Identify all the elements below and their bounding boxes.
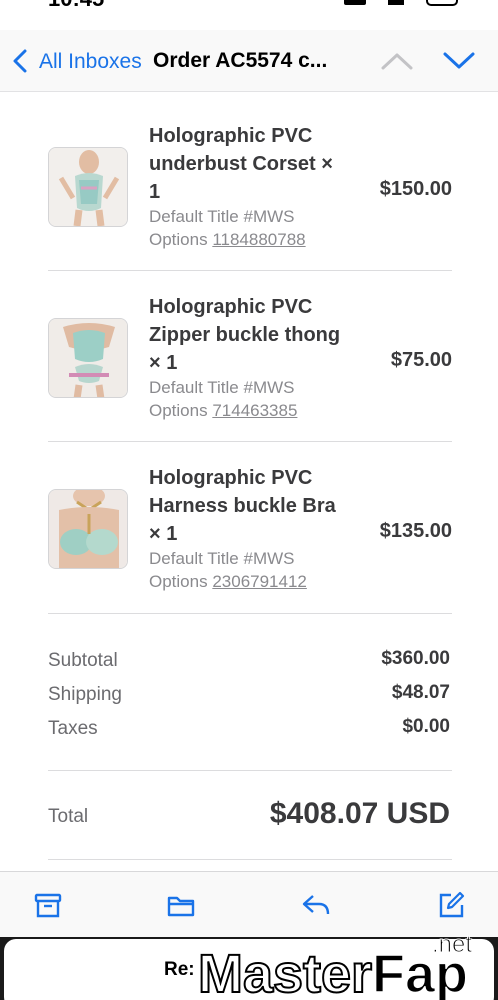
subtotal-value: $360.00 — [381, 648, 450, 669]
options-link[interactable]: 2306791412 — [212, 572, 307, 591]
item-title[interactable]: Holographic PVC Harness buckle Bra × 1 — [149, 464, 349, 548]
bra-photo-icon — [49, 490, 127, 568]
svg-text:Master: Master — [198, 944, 372, 1000]
divider — [48, 859, 452, 860]
product-image[interactable] — [48, 489, 128, 569]
taxes-value: $0.00 — [402, 716, 450, 737]
item-price: $135.00 — [379, 520, 452, 542]
item-variant: Default Title #MWS — [149, 378, 295, 397]
item-variant: Default Title #MWS — [149, 549, 295, 568]
item-title[interactable]: Holographic PVC Zipper buckle thong × 1 — [149, 293, 349, 377]
options-label: Options — [149, 572, 208, 591]
bottom-toolbar — [0, 871, 498, 937]
page-title: Order AC5574 c... — [153, 49, 328, 72]
status-time: 10:45 — [48, 0, 104, 10]
item-options: Options 2306791412 — [149, 570, 307, 593]
svg-text:.net: .net — [432, 931, 472, 958]
folder-icon[interactable] — [166, 890, 196, 920]
taxes-label: Taxes — [48, 718, 98, 739]
shipping-value: $48.07 — [391, 682, 450, 703]
order-item: Holographic PVC underbust Corset × 1 Def… — [48, 100, 452, 271]
reply-icon[interactable] — [301, 890, 331, 920]
archive-icon[interactable] — [33, 890, 63, 920]
compose-icon[interactable] — [436, 890, 466, 920]
battery-icon — [426, 0, 458, 6]
thong-photo-icon — [49, 319, 127, 397]
total-label: Total — [48, 806, 89, 827]
preview-subject: Re: — [164, 959, 195, 980]
product-image[interactable] — [48, 147, 128, 227]
wifi-icon — [388, 0, 404, 5]
watermark-logo: Master Fap .net — [197, 931, 473, 1000]
order-item: Holographic PVC Zipper buckle thong × 1 … — [48, 271, 452, 442]
options-label: Options — [149, 401, 208, 420]
item-variant: Default Title #MWS — [149, 207, 295, 226]
corset-photo-icon — [49, 148, 127, 226]
divider — [48, 613, 452, 614]
item-price: $75.00 — [390, 349, 452, 371]
options-link[interactable]: 714463385 — [212, 401, 297, 420]
next-message-icon[interactable] — [442, 50, 476, 72]
item-title[interactable]: Holographic PVC underbust Corset × 1 — [149, 122, 349, 206]
total-value: $408.07 USD — [269, 797, 450, 830]
back-chevron-icon[interactable] — [10, 49, 32, 73]
options-link[interactable]: 1184880788 — [212, 230, 305, 249]
item-options: Options 714463385 — [149, 399, 297, 422]
status-bar: 10:45 — [0, 0, 498, 10]
item-price: $150.00 — [379, 178, 452, 200]
previous-message-icon[interactable] — [380, 50, 414, 72]
item-options: Options 1184880788 — [149, 228, 306, 251]
status-icons — [344, 0, 458, 6]
back-button[interactable]: All Inboxes — [39, 50, 142, 74]
options-label: Options — [149, 230, 208, 249]
signal-icon — [344, 0, 366, 5]
product-image[interactable] — [48, 318, 128, 398]
subtotal-label: Subtotal — [48, 650, 118, 671]
order-item: Holographic PVC Harness buckle Bra × 1 D… — [48, 442, 452, 613]
shipping-label: Shipping — [48, 684, 122, 705]
nav-bar: All Inboxes Order AC5574 c... — [0, 30, 498, 92]
divider — [48, 770, 452, 771]
